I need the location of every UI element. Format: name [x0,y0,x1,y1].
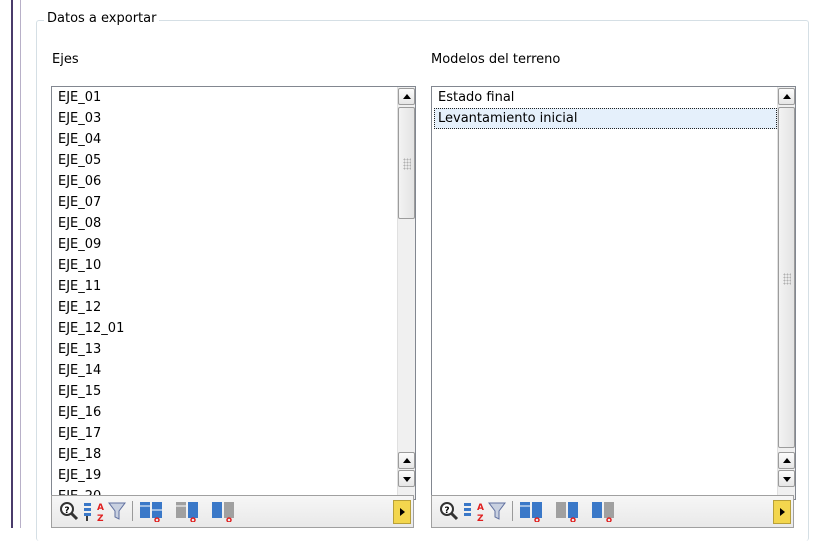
modelos-items: Estado final Levantamiento inicial [432,87,777,499]
list-item[interactable]: EJE_05 [52,150,397,171]
zoom-search-icon[interactable]: ? [58,500,80,522]
filter-icon[interactable] [486,500,508,522]
list-item[interactable]: EJE_09 [52,234,397,255]
svg-text:Z: Z [97,514,104,522]
modelos-label: Modelos del terreno [431,52,561,67]
ejes-scroll-thumb[interactable] [398,107,415,219]
invert-selection-icon[interactable] [210,500,244,522]
list-item[interactable]: EJE_13 [52,339,397,360]
list-item[interactable]: EJE_11 [52,276,397,297]
modelos-scroll-thumb[interactable] [778,107,795,448]
modelos-scroll-down-button[interactable] [778,470,795,487]
modelos-vscrollbar[interactable] [777,87,795,499]
list-item[interactable]: EJE_04 [52,129,397,150]
svg-text:A: A [477,503,484,513]
select-none-icon[interactable] [174,500,208,522]
list-item[interactable]: EJE_15 [52,381,397,402]
list-item[interactable]: EJE_01 [52,87,397,108]
zoom-search-icon[interactable]: ? [438,500,460,522]
select-all-icon[interactable] [138,500,172,522]
group-legend: Datos a exportar [44,11,160,26]
list-item[interactable]: EJE_06 [52,171,397,192]
svg-text:?: ? [64,506,69,516]
modelos-toolbar: ? AZ [431,495,794,528]
svg-text:Z: Z [477,514,484,522]
list-item[interactable]: EJE_10 [52,255,397,276]
left-rail [0,0,28,528]
list-item[interactable]: EJE_19 [52,465,397,486]
ejes-list[interactable]: EJE_01 EJE_03 EJE_04 EJE_05 EJE_06 EJE_07 EJE_… [51,86,416,500]
list-item[interactable]: EJE_12_01 [52,318,397,339]
ejes-items: EJE_01 EJE_03 EJE_04 EJE_05 EJE_06 EJE_07 EJE_… [52,87,397,499]
ejes-label: Ejes [52,52,79,67]
sort-az-icon[interactable]: AZ [462,500,484,522]
sort-az-icon[interactable]: AZ [82,500,104,522]
ejes-expand-arrow-button[interactable] [393,500,411,524]
modelos-scroll-up-button-2[interactable] [778,452,795,469]
ejes-vscrollbar[interactable] [397,87,415,499]
list-item[interactable]: EJE_03 [52,108,397,129]
ejes-scroll-down-button[interactable] [398,470,415,487]
modelos-expand-arrow-button[interactable] [773,500,791,524]
ejes-scroll-up-button-2[interactable] [398,452,415,469]
list-item[interactable]: EJE_17 [52,423,397,444]
list-item[interactable]: EJE_18 [52,444,397,465]
invert-selection-icon[interactable] [590,500,624,522]
filter-icon[interactable] [106,500,128,522]
ejes-toolbar: ? AZ [51,495,414,528]
svg-text:A: A [97,503,104,513]
list-item[interactable]: Estado final [432,87,777,108]
list-item[interactable]: EJE_08 [52,213,397,234]
list-item[interactable]: EJE_14 [52,360,397,381]
svg-text:?: ? [444,506,449,516]
list-item[interactable]: EJE_16 [52,402,397,423]
modelos-scroll-up-button[interactable] [778,88,795,105]
list-item[interactable]: Levantamiento inicial [434,108,777,129]
modelos-list[interactable]: Estado final Levantamiento inicial [431,86,796,500]
select-all-icon[interactable] [518,500,552,522]
select-none-icon[interactable] [554,500,588,522]
list-item[interactable]: EJE_07 [52,192,397,213]
list-item[interactable]: EJE_12 [52,297,397,318]
ejes-scroll-up-button[interactable] [398,88,415,105]
